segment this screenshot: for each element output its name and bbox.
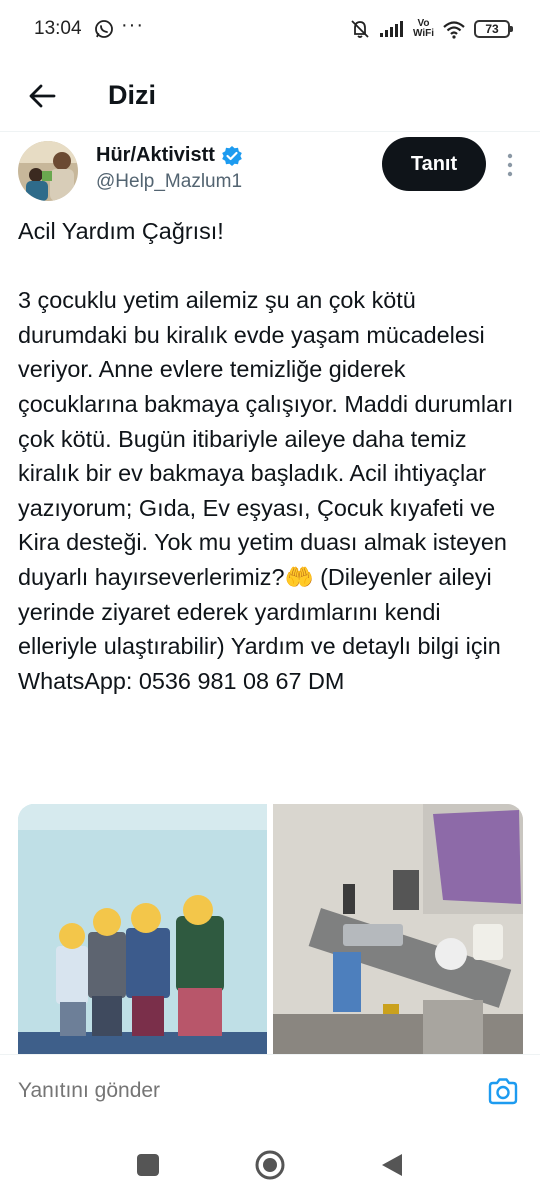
- whatsapp-icon: [95, 20, 113, 38]
- author-name[interactable]: Hür/Aktivistt: [96, 144, 215, 167]
- more-options-icon[interactable]: [500, 150, 520, 180]
- avatar[interactable]: [18, 141, 78, 201]
- notification-more-icon: ···: [121, 14, 144, 36]
- follow-button[interactable]: Tanıt: [382, 137, 486, 191]
- reply-bar: [0, 1054, 540, 1130]
- page-title: Dizi: [108, 80, 157, 110]
- app-header: Dizi: [0, 60, 540, 132]
- battery-indicator: 73: [474, 20, 513, 38]
- arrow-left-icon[interactable]: [24, 78, 60, 114]
- wifi-icon: [443, 21, 465, 39]
- author-name-row: Hür/Aktivistt: [96, 144, 243, 167]
- camera-icon[interactable]: [486, 1075, 520, 1109]
- tweet-photo-family[interactable]: [18, 804, 267, 1054]
- vowifi-indicator: Vo WiFi: [412, 18, 434, 39]
- system-nav-bar: [0, 1130, 540, 1200]
- status-icons: Vo WiFi 73: [349, 17, 513, 41]
- status-time: 13:04: [34, 18, 82, 39]
- status-bar: 13:04 ··· Vo WiFi 73: [0, 0, 540, 60]
- verified-badge-icon: [222, 145, 242, 166]
- author-handle[interactable]: @Help_Mazlum1: [96, 171, 242, 193]
- signal-icon: [379, 21, 403, 37]
- tweet-photo-kitchen[interactable]: [273, 804, 523, 1054]
- reply-input[interactable]: [18, 1079, 438, 1103]
- tweet-text: Acil Yardım Çağrısı! 3 çocuklu yetim ail…: [18, 218, 514, 694]
- home-icon[interactable]: [254, 1149, 286, 1181]
- mute-icon: [351, 20, 369, 38]
- recent-apps-icon[interactable]: [137, 1154, 159, 1176]
- nav-back-icon[interactable]: [380, 1152, 404, 1178]
